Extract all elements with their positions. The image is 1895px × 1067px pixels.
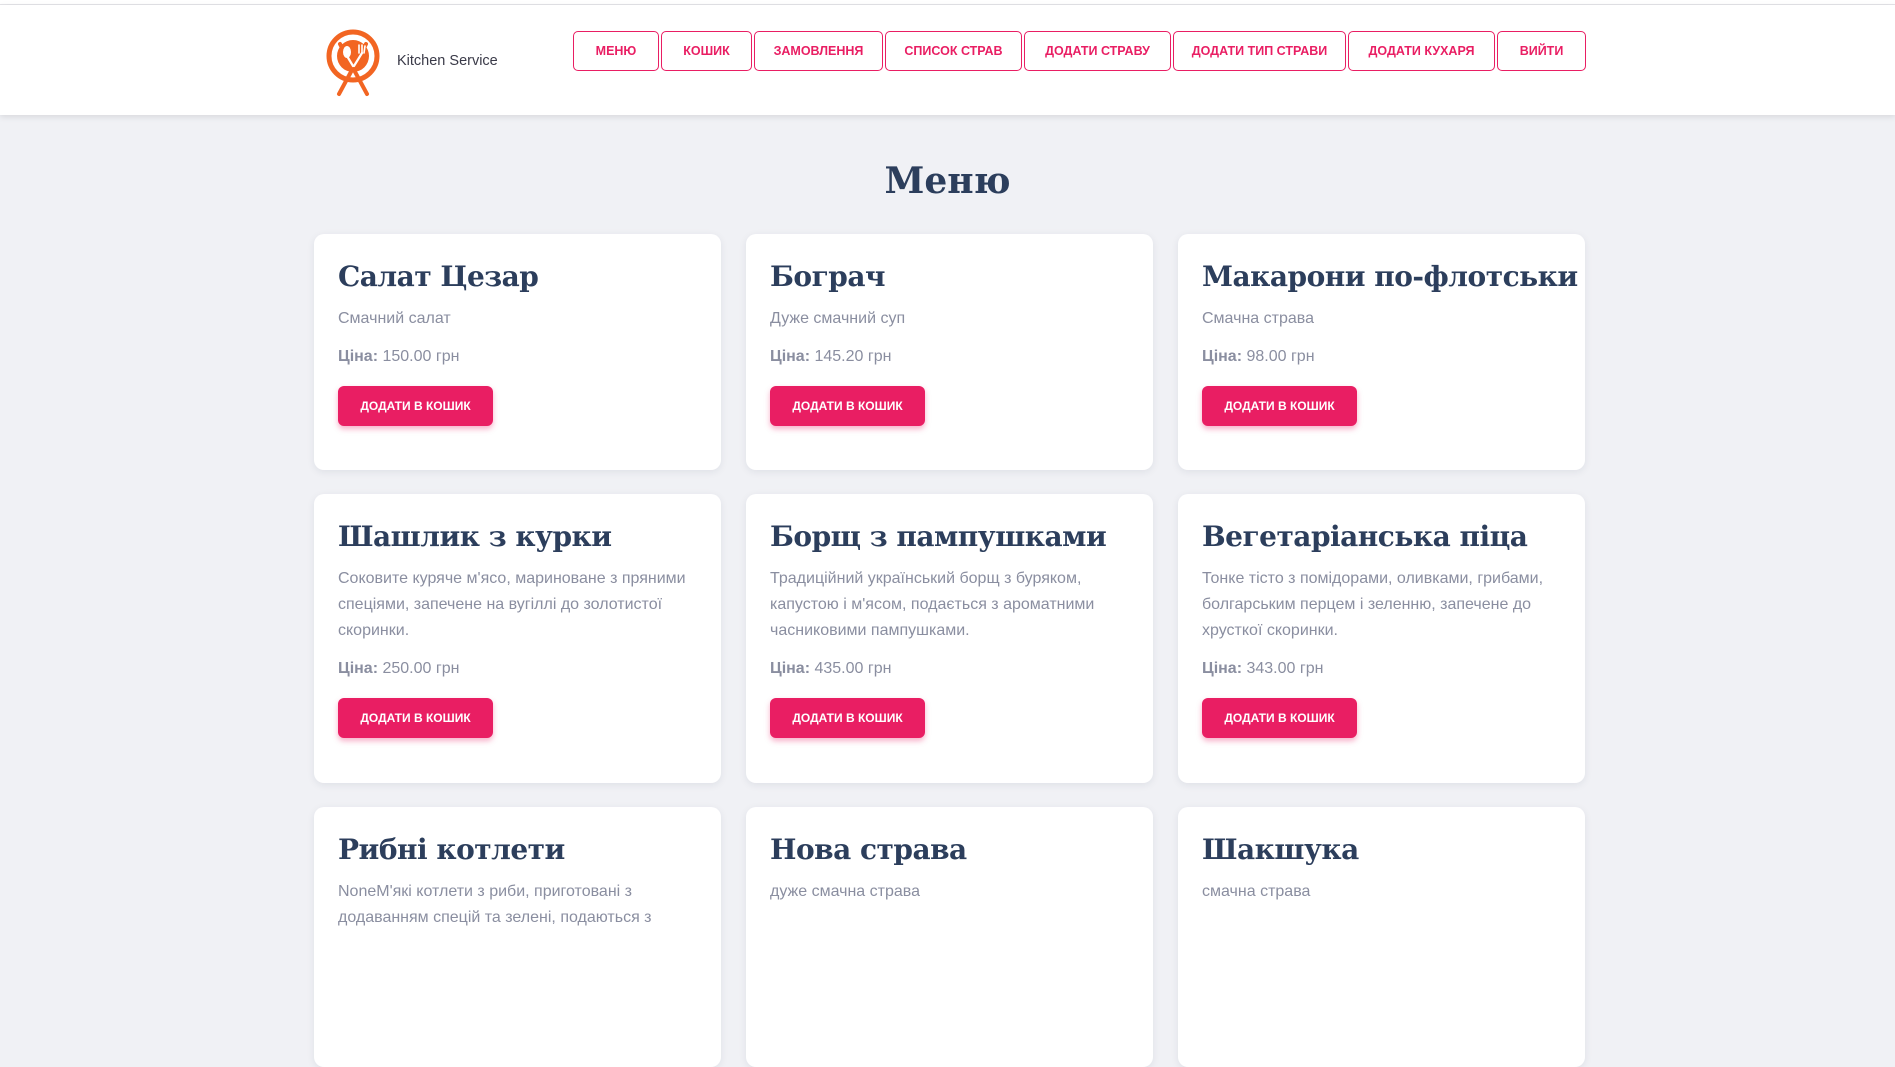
nav-logout-button[interactable]: Вийти (1497, 31, 1586, 71)
nav-cart-button[interactable]: Кошик (661, 31, 752, 71)
dish-name: Рибні котлети (338, 833, 565, 866)
page-title: Меню (884, 160, 1011, 202)
price-label: Ціна: (338, 347, 379, 365)
dish-name: Шакшука (1202, 833, 1359, 866)
dish-card: Шашлик з курки Соковите куряче м'ясо, ма… (314, 494, 721, 783)
dish-name: Салат Цезар (338, 260, 539, 293)
add-to-cart-button[interactable]: Додати в кошик (1202, 385, 1357, 426)
dish-price: Ціна: 150.00 грн (338, 348, 697, 366)
dish-description: Смачна страва (1202, 309, 1314, 327)
dish-name: Макарони по-флотськи (1202, 260, 1578, 293)
add-to-cart-button[interactable]: Додати в кошик (338, 385, 493, 426)
dish-card: Рибні котлети NoneМ'які котлети з риби, … (314, 807, 721, 1067)
dish-description: Смачний салат (338, 309, 451, 327)
dish-card: Борщ з пампушками Традиційний українськи… (746, 494, 1153, 783)
dish-description: Традиційний український борщ з буряком, … (770, 569, 1095, 639)
dish-card: Шакшука смачна страва (1178, 807, 1585, 1067)
price-label: Ціна: (1202, 659, 1243, 677)
add-to-cart-button[interactable]: Додати в кошик (1202, 697, 1357, 738)
price-label: Ціна: (1202, 347, 1243, 365)
price-value: 145.20 грн (814, 347, 892, 365)
price-value: 150.00 грн (382, 347, 460, 365)
dish-card: Макарони по-флотськи Смачна страва Ціна:… (1178, 234, 1585, 470)
price-value: 250.00 грн (382, 659, 460, 677)
plate-fork-spoon-icon (326, 29, 380, 96)
price-label: Ціна: (770, 347, 811, 365)
dish-price: Ціна: 250.00 грн (338, 660, 697, 678)
add-to-cart-button[interactable]: Додати в кошик (770, 385, 925, 426)
add-to-cart-button[interactable]: Додати в кошик (770, 697, 925, 738)
brand-name: Kitchen Service (397, 53, 498, 69)
dish-name: Вегетаріанська піца (1202, 520, 1528, 553)
nav-add-dish-button[interactable]: Додати страву (1024, 31, 1171, 71)
nav-menu-button[interactable]: Меню (573, 31, 659, 71)
dish-name: Шашлик з курки (338, 520, 612, 553)
main-nav: Меню Кошик Замовлення Список страв Додат… (573, 31, 1588, 71)
dish-description: дуже смачна страва (770, 882, 920, 900)
dish-name: Борщ з пампушками (770, 520, 1107, 553)
dish-description: Дуже смачний суп (770, 309, 906, 327)
nav-add-dish-type-button[interactable]: Додати тип страви (1173, 31, 1346, 71)
dish-description: Соковите куряче м'ясо, мариноване з прян… (338, 569, 686, 639)
dish-price: Ціна: 343.00 грн (1202, 660, 1561, 678)
dish-grid: Салат Цезар Смачний салат Ціна: 150.00 г… (314, 234, 1585, 1067)
brand[interactable]: Kitchen Service (323, 28, 498, 98)
nav-orders-button[interactable]: Замовлення (754, 31, 883, 71)
dish-name: Бограч (770, 260, 885, 293)
dish-card: Вегетаріанська піца Тонке тісто з помідо… (1178, 494, 1585, 783)
dish-card: Бограч Дуже смачний суп Ціна: 145.20 грн… (746, 234, 1153, 470)
dish-price: Ціна: 145.20 грн (770, 348, 1129, 366)
price-label: Ціна: (770, 659, 811, 677)
nav-add-cook-button[interactable]: Додати кухаря (1348, 31, 1495, 71)
price-value: 98.00 грн (1246, 347, 1315, 365)
dish-card: Салат Цезар Смачний салат Ціна: 150.00 г… (314, 234, 721, 470)
dish-description: Тонке тісто з помідорами, оливками, гриб… (1202, 569, 1544, 639)
price-value: 343.00 грн (1246, 659, 1324, 677)
site-header: Kitchen Service Меню Кошик Замовлення Сп… (0, 5, 1895, 115)
dish-description: смачна страва (1202, 882, 1311, 900)
nav-dish-list-button[interactable]: Список страв (885, 31, 1022, 71)
price-value: 435.00 грн (814, 659, 892, 677)
dish-price: Ціна: 435.00 грн (770, 660, 1129, 678)
dish-price: Ціна: 98.00 грн (1202, 348, 1561, 366)
dish-name: Нова страва (770, 833, 967, 866)
dish-card: Нова страва дуже смачна страва (746, 807, 1153, 1067)
dish-description: NoneМ'які котлети з риби, приготовані з … (338, 882, 652, 926)
add-to-cart-button[interactable]: Додати в кошик (338, 697, 493, 738)
price-label: Ціна: (338, 659, 379, 677)
